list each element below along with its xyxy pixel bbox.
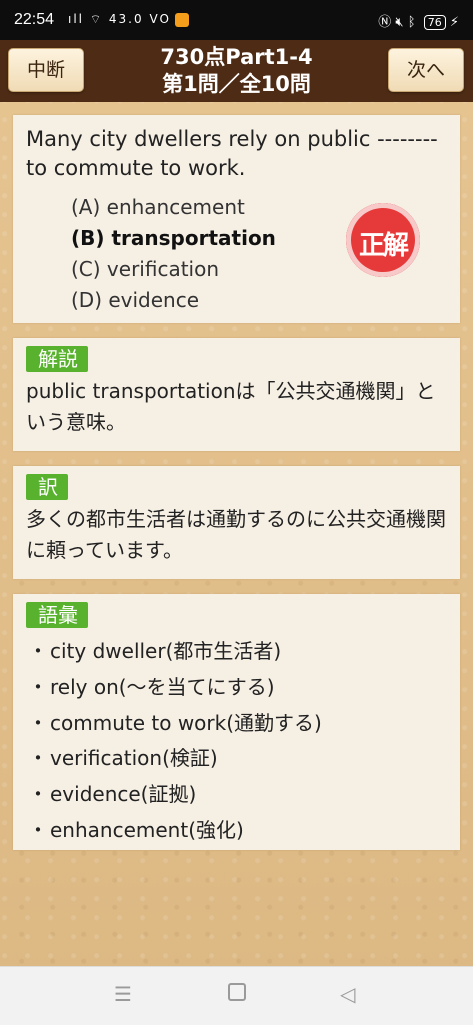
title-line-1: 730点Part1-4: [160, 45, 313, 69]
nfc-icon: Ⓝ: [378, 15, 392, 30]
vocabulary-card: 語彙 ・ city dweller(都市生活者) ・ rely on(〜を当てにする…: [13, 594, 460, 850]
choice-list: (A) enhancement (B) transportation (C) v…: [71, 192, 276, 316]
question-text: Many city dwellers rely on public ------…: [26, 127, 438, 180]
music-app-icon: [174, 12, 189, 27]
explanation-label: 解説: [26, 346, 88, 372]
correct-badge-label: 正解: [358, 231, 409, 261]
list-item: ・ rely on(〜を当てにする): [28, 674, 275, 699]
next-button[interactable]: 次へ: [388, 48, 464, 92]
list-item: ・ evidence(証拠): [28, 782, 197, 807]
question-card: Many city dwellers rely on public ------…: [13, 115, 460, 323]
home-icon[interactable]: [228, 982, 246, 1006]
translation-text: 多くの都市生活者は通勤するのに公共交通機関に頼っています。: [26, 507, 446, 562]
choice-c[interactable]: (C) verification: [71, 254, 276, 285]
choice-a[interactable]: (A) enhancement: [71, 192, 276, 223]
list-item: ・ verification(検証): [28, 746, 218, 771]
system-nav-bar: ☰ ◁: [0, 966, 473, 1025]
menu-icon[interactable]: ☰: [114, 982, 132, 1006]
translation-label: 訳: [26, 474, 68, 500]
status-right-icons: Ⓝ 🔇︎ ᛒ 76 ⚡︎: [378, 11, 459, 30]
list-item: ・ enhancement(強化): [28, 817, 244, 842]
list-item: ・ commute to work(通勤する): [28, 710, 322, 735]
vocabulary-list: ・ city dweller(都市生活者) ・ rely on(〜を当てにする) ・…: [26, 634, 322, 849]
title-bar: 中断 730点Part1-4 第1問／全10問 次へ: [0, 40, 473, 102]
explanation-text: public transportationは「公共交通機関」という意味。: [26, 379, 436, 434]
page-title: 730点Part1-4 第1問／全10問: [100, 44, 373, 98]
back-icon[interactable]: ◁: [340, 982, 355, 1006]
correct-badge: 正解: [346, 203, 420, 277]
signal-wifi-icons: ıll ⌔ 43.0 VO: [68, 12, 189, 27]
status-time: 22:54: [14, 11, 55, 28]
explanation-card: 解説 public transportationは「公共交通機関」という意味。: [13, 338, 460, 451]
charging-icon: ⚡︎: [449, 15, 459, 30]
choice-d[interactable]: (D) evidence: [71, 285, 276, 316]
translation-card: 訳 多くの都市生活者は通勤するのに公共交通機関に頼っています。: [13, 466, 460, 579]
mute-icon: 🔇︎: [395, 15, 404, 30]
status-bar: 22:54 ıll ⌔ 43.0 VO Ⓝ 🔇︎ ᛒ 76 ⚡︎: [0, 0, 473, 40]
vocabulary-label: 語彙: [26, 602, 88, 628]
network-status: ıll ⌔ 43.0 VO: [68, 12, 171, 26]
suspend-button[interactable]: 中断: [8, 48, 84, 92]
title-line-2: 第1問／全10問: [162, 72, 311, 96]
battery-icon: 76: [423, 15, 446, 30]
list-item: ・ city dweller(都市生活者): [28, 639, 282, 663]
choice-b[interactable]: (B) transportation: [71, 223, 276, 254]
bluetooth-icon: ᛒ: [407, 15, 416, 30]
